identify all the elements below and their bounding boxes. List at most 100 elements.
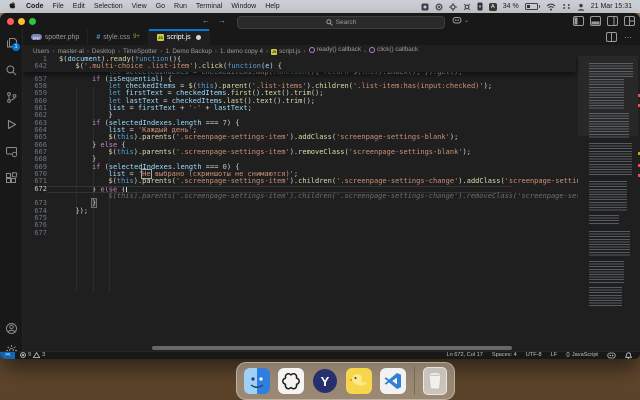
breadcrumb[interactable]: Users › master-al › Desktop › TimeSpotter › 1. D… (23, 45, 640, 56)
menu-item-file[interactable]: File (53, 3, 64, 10)
zoom-window-button[interactable] (29, 17, 36, 25)
extensions-icon[interactable] (0, 168, 22, 188)
status-spaces[interactable]: Spaces: 4 (492, 352, 517, 358)
menu-item-edit[interactable]: Edit (73, 3, 85, 10)
trash-dock-icon[interactable] (423, 367, 447, 395)
toggle-secondary-sidebar-icon[interactable] (607, 16, 618, 26)
status-utf-8[interactable]: UTF-8 (526, 352, 542, 358)
breadcrumb-item[interactable]: master-al (58, 48, 84, 55)
breadcrumb-item[interactable]: TimeSpotter (123, 48, 157, 55)
minimap-code-block (589, 143, 632, 177)
status-bar: >< 9 3 Ln 672, Col 17 Spaces: 4 UTF-8 LF {} J… (0, 350, 640, 359)
tab-label: spotter.php (44, 33, 80, 41)
remote-indicator[interactable]: >< (0, 351, 15, 359)
dock-separator (414, 367, 415, 395)
menubar-app-icon[interactable] (421, 3, 429, 11)
code-editor[interactable]: let selectedIndexes = checkedItems.map(f… (23, 56, 640, 352)
toggle-primary-sidebar-icon[interactable] (573, 16, 584, 26)
tab-style.css[interactable]: # style.css 9+ (88, 29, 149, 45)
search-view-icon[interactable] (0, 60, 22, 80)
menubar-settings-icon[interactable] (448, 2, 457, 11)
explorer-badge: 1 (12, 43, 20, 51)
status-bell[interactable] (625, 352, 632, 359)
status-lf[interactable]: LF (551, 352, 558, 358)
accounts-icon[interactable] (0, 318, 22, 338)
forward-arrow-icon[interactable]: → (218, 16, 226, 25)
tab-bar: php spotter.php # style.css 9+ JS script.js ⋯ (23, 29, 640, 45)
bell-icon[interactable] (625, 352, 632, 359)
breadcrumb-item[interactable]: 1. Demo Backup (165, 48, 212, 55)
customize-layout-icon[interactable] (624, 16, 635, 26)
toggle-panel-icon[interactable] (590, 16, 601, 26)
menubar-utility-icon[interactable] (477, 2, 483, 11)
status-ln[interactable]: Ln 672, Col 17 (446, 352, 482, 358)
minimize-window-button[interactable] (18, 17, 25, 25)
status-copilot[interactable] (607, 352, 616, 359)
menu-item-selection[interactable]: Selection (94, 3, 123, 10)
apple-icon[interactable] (8, 1, 16, 12)
code-line-676: 676 (23, 222, 576, 230)
tab-script.js[interactable]: JS script.js (148, 29, 210, 45)
user-icon[interactable] (577, 3, 585, 11)
breadcrumb-item[interactable]: ready() callback (308, 46, 361, 53)
tab-label: script.js (166, 33, 191, 41)
back-arrow-icon[interactable]: ← (202, 16, 210, 25)
yandex-browser-dock-icon[interactable]: Y (312, 368, 338, 394)
tab-problems-badge: 9+ (133, 34, 140, 40)
minimap-code-block (589, 261, 624, 283)
close-window-button[interactable] (7, 17, 14, 25)
source-control-icon[interactable] (0, 87, 22, 107)
dock: Y (236, 362, 455, 400)
dirty-indicator[interactable] (195, 34, 201, 40)
minimap[interactable] (578, 56, 638, 352)
breadcrumb-item[interactable]: Users (33, 48, 49, 55)
breadcrumb-item[interactable]: click() callback (369, 46, 418, 53)
menu-item-run[interactable]: Run (174, 3, 187, 10)
breadcrumb-separator: › (118, 47, 121, 55)
control-center-icon[interactable] (562, 3, 571, 10)
line-number: 642 (34, 62, 47, 71)
menu-item-help[interactable]: Help (265, 3, 279, 10)
menu-item-go[interactable]: Go (156, 3, 165, 10)
menu-item-view[interactable]: View (132, 3, 147, 10)
sticky-scroll: 1 $(document).ready(function(){642 $('.mul… (23, 56, 576, 72)
more-actions-icon[interactable]: ⋯ (624, 33, 633, 42)
finder-dock-icon[interactable] (244, 368, 270, 394)
vscode-window: ← → Search ⌄ 1 php spotter.php # style.c… (0, 13, 640, 359)
symbol-icon (308, 46, 315, 53)
minimap-code-block (589, 215, 619, 225)
wifi-icon[interactable] (546, 3, 556, 11)
breadcrumb-separator: › (52, 47, 55, 55)
copilot-icon[interactable] (607, 352, 616, 359)
minimap-code-block (589, 287, 622, 307)
breadcrumb-item[interactable]: Desktop (92, 48, 115, 55)
breadcrumb-item[interactable]: 1. demo copy 4 (220, 48, 263, 55)
menu-item-window[interactable]: Window (231, 3, 256, 10)
desktop: Code File Edit Selection View Go Run Terminal Wi… (0, 0, 640, 400)
tab-spotter.php[interactable]: php spotter.php (23, 29, 89, 45)
menubar-gear-icon[interactable] (463, 3, 471, 11)
copilot-menu-button[interactable]: ⌄ (452, 16, 469, 25)
chatgpt-dock-icon[interactable] (278, 368, 304, 394)
input-source-icon[interactable]: A (488, 2, 497, 11)
status-javascript[interactable]: {} JavaScript (566, 352, 598, 358)
remote-explorer-icon[interactable] (0, 141, 22, 161)
warning-icon (33, 352, 41, 359)
vscode-dock-icon[interactable] (380, 368, 406, 394)
run-debug-icon[interactable] (0, 114, 22, 134)
search-icon (325, 18, 333, 26)
menu-item-code[interactable]: Code (26, 3, 44, 10)
horizontal-scrollbar[interactable] (152, 346, 512, 350)
command-center-search[interactable]: Search (237, 15, 445, 29)
split-editor-icon[interactable] (606, 32, 617, 42)
breadcrumb-item[interactable]: JS script.js (271, 48, 301, 55)
minimap-code-block (589, 79, 624, 109)
cyberduck-dock-icon[interactable] (346, 368, 372, 394)
menu-item-terminal[interactable]: Terminal (196, 3, 222, 10)
explorer-icon[interactable]: 1 (0, 32, 22, 52)
problems-indicator[interactable]: 9 3 (20, 352, 45, 359)
symbol-icon (369, 46, 376, 53)
menubar-clock[interactable]: 21 Mar 15:31 (591, 3, 632, 10)
macos-menu-bar: Code File Edit Selection View Go Run Terminal Wi… (0, 0, 640, 13)
menubar-chatgpt-icon[interactable] (435, 3, 443, 11)
